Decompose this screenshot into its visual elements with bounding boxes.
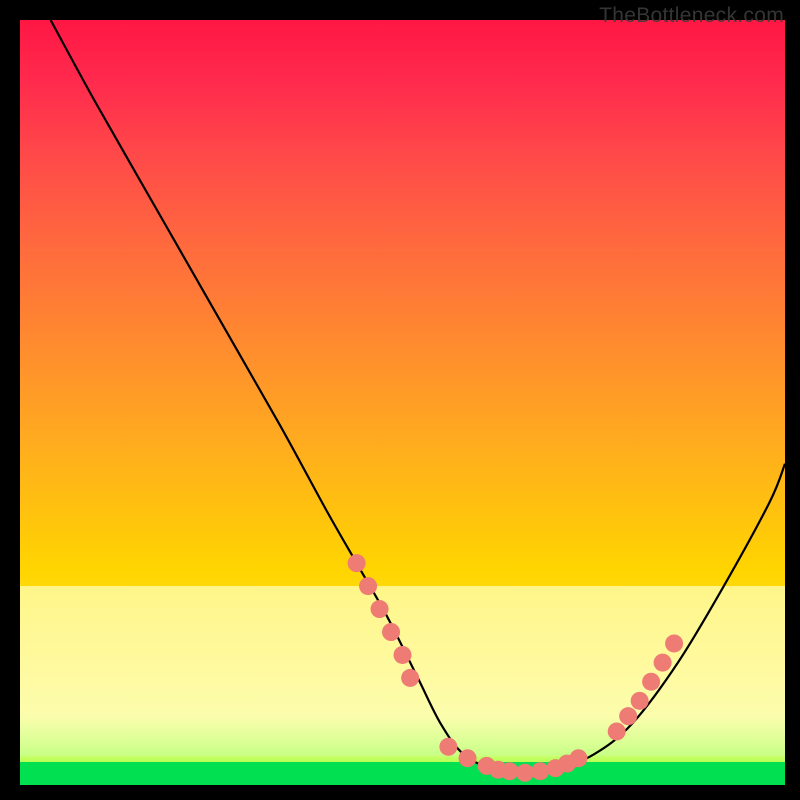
curve-marker-dot (371, 600, 389, 618)
curve-marker-dot (654, 654, 672, 672)
curve-marker-dot (382, 623, 400, 641)
curve-marker-dot (631, 692, 649, 710)
watermark-text: TheBottleneck.com (599, 4, 784, 28)
curve-marker-dot (569, 749, 587, 767)
curve-marker-dots (348, 554, 683, 782)
curve-marker-dot (531, 762, 549, 780)
curve-marker-dot (665, 634, 683, 652)
curve-marker-dot (608, 722, 626, 740)
curve-marker-dot (459, 749, 477, 767)
curve-marker-dot (394, 646, 412, 664)
curve-marker-dot (401, 669, 419, 687)
curve-marker-dot (501, 762, 519, 780)
curve-marker-dot (359, 577, 377, 595)
curve-marker-dot (348, 554, 366, 572)
curve-marker-dot (619, 707, 637, 725)
curve-marker-dot (516, 764, 534, 782)
curve-marker-dot (642, 673, 660, 691)
bottleneck-curve-path (51, 20, 785, 774)
bottleneck-chart-svg (20, 20, 785, 785)
curve-marker-dot (439, 738, 457, 756)
